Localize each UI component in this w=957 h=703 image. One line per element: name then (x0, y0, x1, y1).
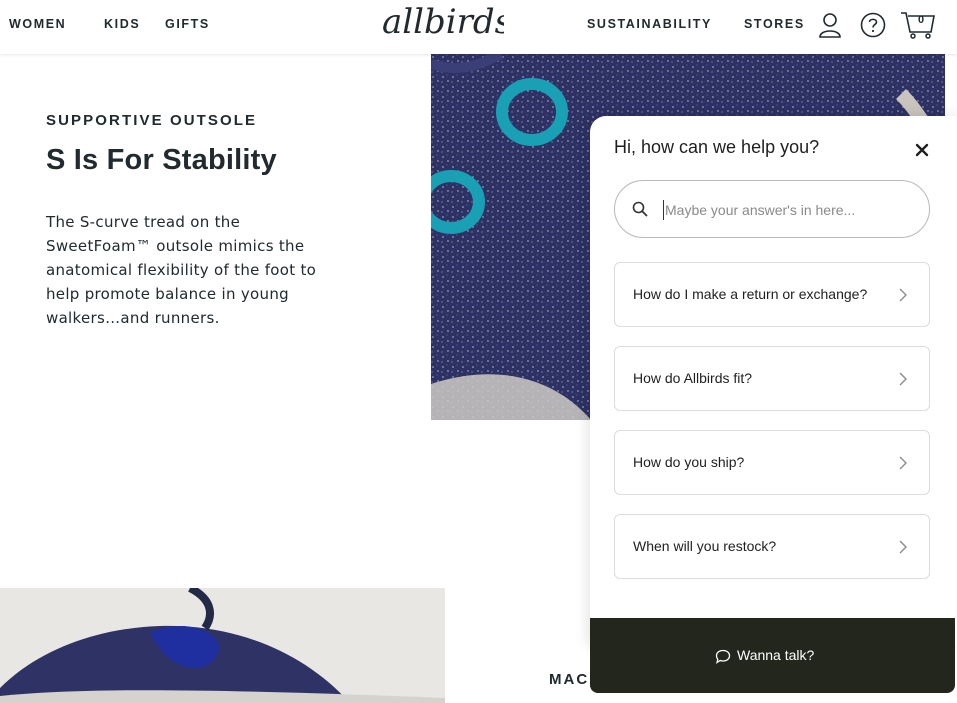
feature-headline: S Is For Stability (46, 144, 277, 176)
nav-women[interactable]: WOMEN (9, 17, 66, 31)
faq-item-fit[interactable]: How do Allbirds fit? (614, 346, 930, 411)
text-caret (663, 200, 664, 220)
help-widget-panel: Hi, how can we help you? How do I make a… (590, 116, 957, 646)
nav-stores[interactable]: STORES (744, 17, 805, 31)
nav-sustainability[interactable]: SUSTAINABILITY (587, 17, 712, 31)
nav-kids[interactable]: KIDS (104, 17, 140, 31)
help-search-input[interactable] (665, 195, 915, 225)
wanna-talk-button[interactable]: Wanna talk? (590, 618, 955, 693)
wanna-talk-label: Wanna talk? (737, 647, 815, 663)
section2-title: MAC (549, 671, 590, 688)
svg-text:allbirds: allbirds (382, 3, 504, 42)
help-widget-title: Hi, how can we help you? (614, 137, 820, 157)
chevron-right-icon (899, 456, 907, 470)
faq-label: When will you restock? (633, 538, 777, 554)
faq-item-returns[interactable]: How do I make a return or exchange? (614, 262, 930, 327)
search-icon (632, 201, 648, 217)
feature-eyebrow: SUPPORTIVE OUTSOLE (46, 112, 258, 129)
shoe-heel-image (0, 588, 445, 703)
site-header: WOMEN KIDS GIFTS allbirds SUSTAINABILITY… (0, 0, 957, 54)
feature-body: The S-curve tread on the SweetFoam™ outs… (46, 213, 317, 327)
chat-bubble-icon (715, 649, 731, 664)
chevron-right-icon (899, 288, 907, 302)
allbirds-logo[interactable]: allbirds (380, 3, 504, 45)
faq-label: How do I make a return or exchange? (633, 286, 868, 302)
chevron-right-icon (899, 540, 907, 554)
account-icon[interactable] (818, 12, 842, 38)
help-icon[interactable] (860, 12, 886, 38)
nav-gifts[interactable]: GIFTS (165, 17, 210, 31)
close-icon[interactable] (912, 140, 932, 160)
faq-item-restock[interactable]: When will you restock? (614, 514, 930, 579)
cart-count-badge: 0 (917, 14, 925, 26)
faq-item-shipping[interactable]: How do you ship? (614, 430, 930, 495)
help-search-field[interactable] (614, 180, 930, 238)
faq-label: How do Allbirds fit? (633, 370, 753, 386)
chevron-right-icon (899, 372, 907, 386)
faq-label: How do you ship? (633, 454, 745, 470)
